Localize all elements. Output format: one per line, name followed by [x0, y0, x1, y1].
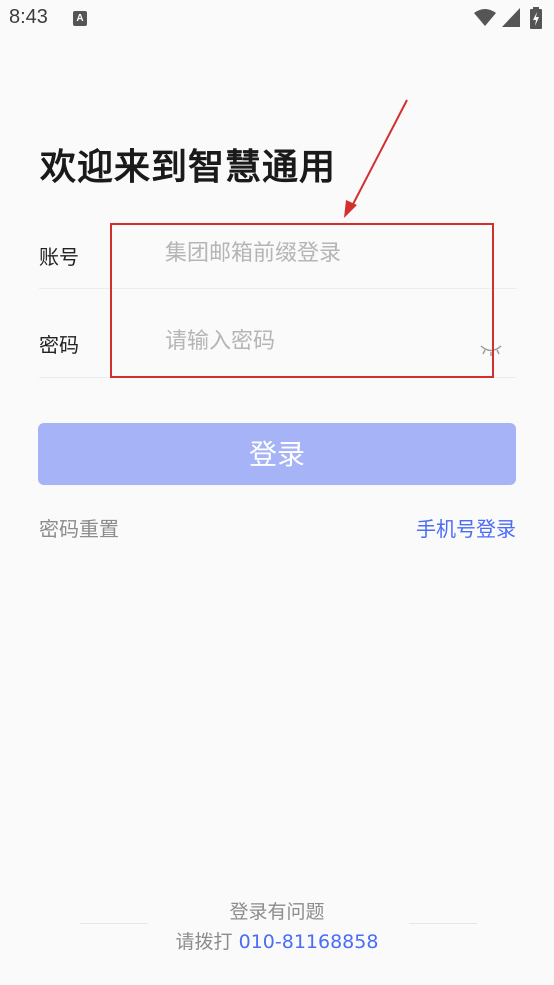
footer-contact-prefix: 请拨打: [175, 931, 233, 953]
signal-icon: [502, 8, 520, 27]
reset-password-link[interactable]: 密码重置: [39, 513, 119, 542]
phone-login-link[interactable]: 手机号登录: [416, 513, 516, 542]
battery-charging-icon: [530, 7, 542, 29]
page-title: 欢迎来到智慧通用: [40, 147, 337, 188]
footer-title: 登录有问题: [229, 901, 325, 923]
account-label: 账号: [39, 245, 79, 269]
status-bar: 8:43 A: [0, 0, 554, 38]
annotation-box: [110, 223, 494, 378]
status-time: 8:43: [9, 6, 48, 28]
password-label: 密码: [39, 333, 79, 357]
support-phone-link[interactable]: 010-81168858: [239, 931, 379, 953]
app-notification-icon: A: [73, 11, 87, 26]
footer-contact: 请拨打 010-81168858: [0, 927, 554, 954]
login-button[interactable]: 登录: [38, 423, 516, 485]
app-notification-label: A: [76, 13, 84, 24]
wifi-icon: [474, 9, 496, 26]
